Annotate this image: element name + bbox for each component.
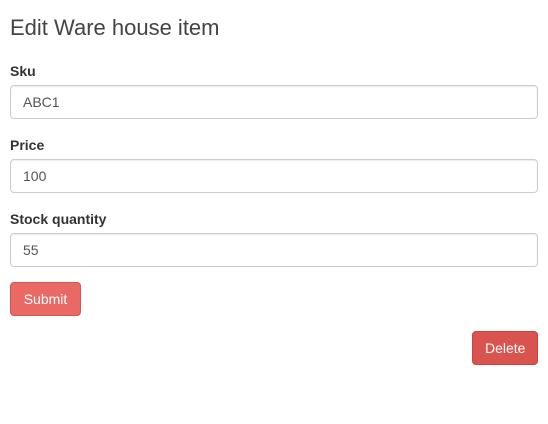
page-title: Edit Ware house item bbox=[10, 15, 220, 40]
price-label: Price bbox=[10, 137, 45, 153]
price-input[interactable] bbox=[10, 159, 538, 193]
submit-button[interactable]: Submit bbox=[10, 282, 81, 316]
sku-input[interactable] bbox=[10, 85, 538, 119]
stock-quantity-label: Stock quantity bbox=[10, 211, 107, 227]
sku-label: Sku bbox=[10, 63, 36, 79]
stock-quantity-input[interactable] bbox=[10, 233, 538, 267]
delete-button[interactable]: Delete bbox=[472, 331, 538, 365]
